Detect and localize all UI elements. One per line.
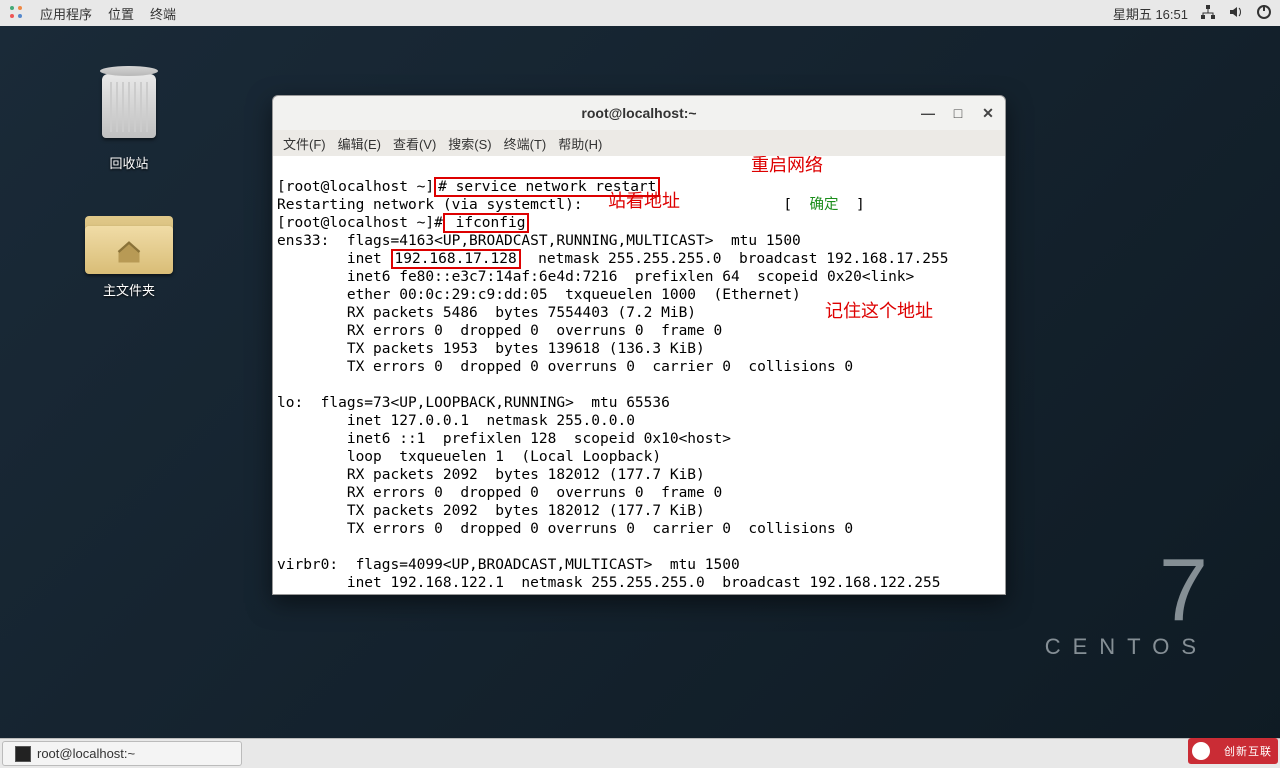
output-text: TX packets 1953 bytes 139618 (136.3 KiB) [277, 341, 705, 357]
terminal-menubar: 文件(F) 编辑(E) 查看(V) 搜索(S) 终端(T) 帮助(H) [273, 130, 1005, 156]
output-text: loop txqueuelen 1 (Local Loopback) [277, 449, 661, 465]
output-text: netmask 255.255.255.0 broadcast 192.168.… [521, 251, 949, 267]
centos-brand: 7 CENTOS [1045, 546, 1208, 660]
maximize-button[interactable]: □ [947, 102, 969, 124]
taskbar-item-terminal[interactable]: root@localhost:~ [2, 741, 242, 766]
home-folder-icon[interactable]: 主文件夹 [85, 206, 173, 299]
home-label: 主文件夹 [103, 280, 155, 299]
ip-box: 192.168.17.128 [391, 249, 521, 269]
taskbar-item-label: root@localhost:~ [37, 746, 135, 761]
output-text: TX errors 0 dropped 0 overruns 0 carrier… [277, 359, 853, 375]
output-text: RX errors 0 dropped 0 overruns 0 frame 0 [277, 485, 722, 501]
output-text: RX packets 2092 bytes 182012 (177.7 KiB) [277, 467, 705, 483]
output-text: TX errors 0 dropped 0 overruns 0 carrier… [277, 521, 853, 537]
volume-icon[interactable] [1228, 4, 1244, 23]
minimize-button[interactable]: — [917, 102, 939, 124]
trash-label: 回收站 [109, 153, 148, 172]
output-text: RX errors 0 dropped 0 overruns 0 frame 0 [277, 323, 722, 339]
activities-icon[interactable] [8, 4, 24, 23]
network-icon[interactable] [1200, 4, 1216, 23]
terminal-window: root@localhost:~ — □ ✕ 文件(F) 编辑(E) 查看(V)… [272, 95, 1006, 595]
output-text: TX packets 2092 bytes 182012 (177.7 KiB) [277, 503, 705, 519]
output-text: Restarting network (via systemctl): [277, 197, 583, 213]
cmd-ifconfig-box: ifconfig [443, 213, 530, 233]
taskbar: root@localhost:~ [0, 738, 1280, 768]
output-text: ether 00:0c:29:c9:dd:05 txqueuelen 1000 … [277, 287, 801, 303]
menu-search[interactable]: 搜索(S) [444, 132, 495, 155]
annotation-remember: 记住这个地址 [825, 302, 933, 320]
close-button[interactable]: ✕ [977, 102, 999, 124]
menu-view[interactable]: 查看(V) [389, 132, 440, 155]
menu-places[interactable]: 位置 [108, 4, 134, 23]
output-text: lo: flags=73<UP,LOOPBACK,RUNNING> mtu 65… [277, 395, 670, 411]
centos-version: 7 [1045, 546, 1208, 634]
prompt-text: [root@localhost ~] [277, 179, 434, 195]
menu-apps[interactable]: 应用程序 [40, 4, 92, 23]
top-panel: 应用程序 位置 终端 星期五 16:51 [0, 0, 1280, 26]
power-icon[interactable] [1256, 4, 1272, 23]
watermark-text: 创新互联 [1224, 743, 1272, 759]
prompt-text: [root@localhost ~]# [277, 215, 443, 231]
menu-file[interactable]: 文件(F) [279, 132, 330, 155]
menu-terminal[interactable]: 终端 [150, 4, 176, 23]
annotation-viewaddr: 站看地址 [608, 192, 680, 210]
centos-name: CENTOS [1045, 634, 1208, 660]
terminal-task-icon [15, 746, 31, 762]
terminal-title: root@localhost:~ [581, 105, 696, 121]
annotation-restart: 重启网络 [751, 156, 823, 174]
output-text: inet6 fe80::e3c7:14af:6e4d:7216 prefixle… [277, 269, 914, 285]
terminal-titlebar[interactable]: root@localhost:~ — □ ✕ [273, 96, 1005, 130]
output-text: inet [277, 251, 391, 267]
output-text: RX packets 5486 bytes 7554403 (7.2 MiB) [277, 305, 696, 321]
clock[interactable]: 星期五 16:51 [1113, 4, 1188, 23]
watermark-badge: 创新互联 [1188, 738, 1278, 764]
output-text: inet 127.0.0.1 netmask 255.0.0.0 [277, 413, 635, 429]
output-text: ens33: flags=4163<UP,BROADCAST,RUNNING,M… [277, 233, 801, 249]
ok-text: 确定 [810, 197, 839, 213]
output-text: inet 192.168.122.1 netmask 255.255.255.0… [277, 575, 940, 591]
output-text: ether 52:54:00:f0:3d:6d txqueuelen 1000 … [277, 593, 801, 594]
trash-icon[interactable]: 回收站 [93, 65, 165, 172]
menu-term[interactable]: 终端(T) [500, 132, 551, 155]
menu-help[interactable]: 帮助(H) [554, 132, 606, 155]
terminal-body[interactable]: [root@localhost ~]# service network rest… [273, 156, 1005, 594]
output-text: inet6 ::1 prefixlen 128 scopeid 0x10<hos… [277, 431, 731, 447]
desktop-icons: 回收站 主文件夹 [85, 65, 173, 299]
output-text: virbr0: flags=4099<UP,BROADCAST,MULTICAS… [277, 557, 740, 573]
home-glyph-icon [115, 238, 143, 266]
menu-edit[interactable]: 编辑(E) [334, 132, 385, 155]
